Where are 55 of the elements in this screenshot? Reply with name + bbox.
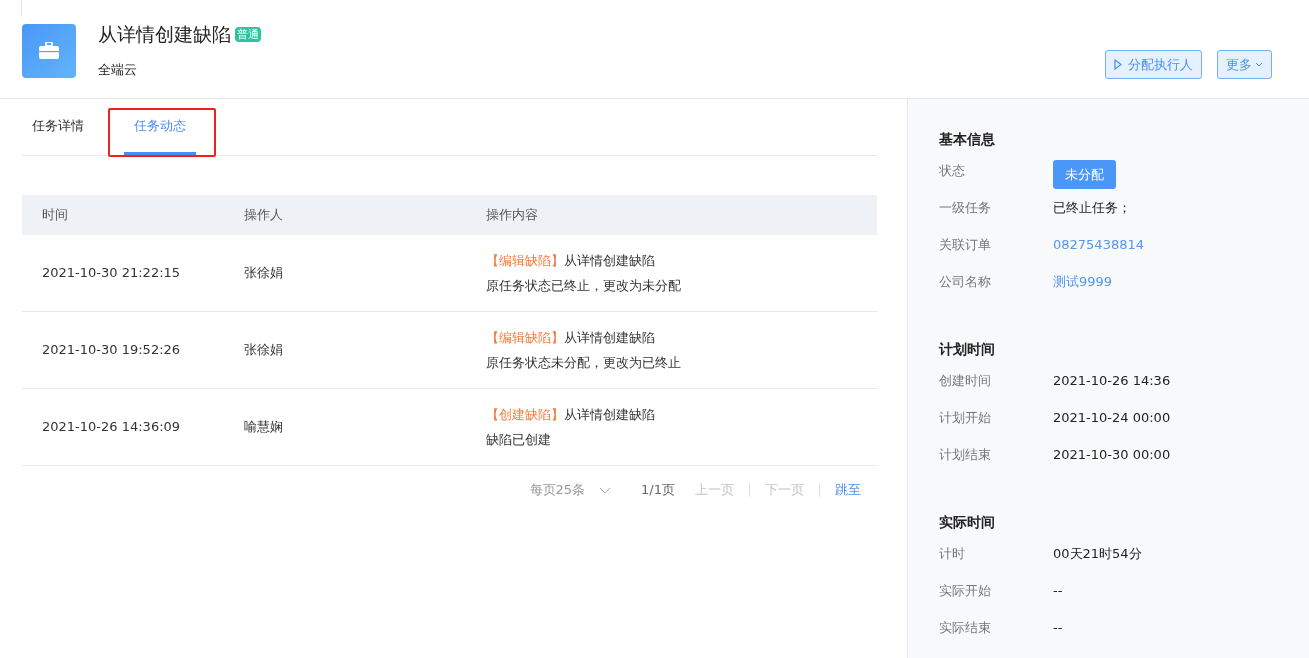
page-size-select[interactable]: 每页25条	[529, 480, 612, 500]
more-button[interactable]: 更多	[1217, 50, 1272, 79]
field-value: 00天21时54分	[1053, 545, 1142, 563]
jump-to-link[interactable]: 跳至	[835, 480, 861, 500]
table-cell-text: 2021-10-26 14:36:09	[41, 418, 182, 437]
tab[interactable]: 任务详情	[22, 99, 94, 155]
table-cell-text: 喻慧娴	[244, 418, 284, 437]
status-badge: 未分配	[1053, 160, 1116, 189]
table-cell-text: 2021-10-30 21:22:15	[41, 264, 182, 283]
table-cell-text: 2021-10-30 19:52:26	[41, 341, 182, 360]
section-title: 基本信息	[939, 130, 996, 149]
field-value: 已终止任务；	[1053, 199, 1131, 217]
field-value: 2021-10-24 00:00	[1053, 409, 1171, 427]
column-header: 操作人	[244, 206, 284, 225]
task-title: 从详情创建缺陷	[98, 24, 231, 44]
assign-button[interactable]: 分配执行人	[1105, 50, 1202, 79]
section-title: 计划时间	[939, 340, 996, 359]
chevron-down-icon	[599, 486, 612, 494]
field-label: 计划开始	[939, 409, 992, 427]
field-label: 公司名称	[939, 273, 992, 291]
action-tag: 【编辑缺陷】	[486, 250, 564, 270]
table-cell-text: 张徐娟	[244, 264, 284, 283]
project-name: 全端云	[98, 61, 138, 79]
action-title: 从详情创建缺陷	[564, 328, 655, 347]
field-value: 2021-10-30 00:00	[1053, 446, 1171, 464]
field-label: 实际开始	[939, 582, 992, 600]
field-label: 计划结束	[939, 446, 992, 464]
action-tag: 【编辑缺陷】	[486, 327, 564, 347]
chevron-down-icon	[1255, 62, 1263, 67]
field-label: 一级任务	[939, 199, 992, 217]
field-label: 实际结束	[939, 619, 992, 637]
field-value: --	[1053, 619, 1063, 637]
action-detail: 原任务状态未分配，更改为已终止	[486, 354, 681, 372]
action-tag: 【创建缺陷】	[486, 404, 564, 424]
table-cell-text: 张徐娟	[244, 341, 284, 360]
tab[interactable]: 任务动态	[124, 99, 196, 155]
action-title: 从详情创建缺陷	[564, 405, 655, 424]
field-value: --	[1053, 582, 1063, 600]
field-label: 关联订单	[939, 236, 992, 254]
action-title: 从详情创建缺陷	[564, 251, 655, 270]
field-label: 创建时间	[939, 372, 992, 390]
field-value: 2021-10-26 14:36	[1053, 372, 1171, 390]
column-header: 操作内容	[486, 206, 538, 225]
action-detail: 原任务状态已终止，更改为未分配	[486, 277, 681, 295]
app-logo-icon	[22, 24, 76, 78]
section-title: 实际时间	[939, 513, 996, 532]
play-icon	[1114, 59, 1122, 70]
column-header: 时间	[41, 206, 69, 225]
field-label: 状态	[939, 162, 966, 180]
page-indicator: 1/1页	[641, 481, 675, 500]
field-label: 计时	[939, 545, 966, 563]
field-link[interactable]: 08275438814	[1053, 235, 1144, 255]
priority-tag: 普通	[235, 26, 261, 42]
field-link[interactable]: 测试9999	[1053, 272, 1113, 292]
action-detail: 缺陷已创建	[486, 431, 552, 449]
